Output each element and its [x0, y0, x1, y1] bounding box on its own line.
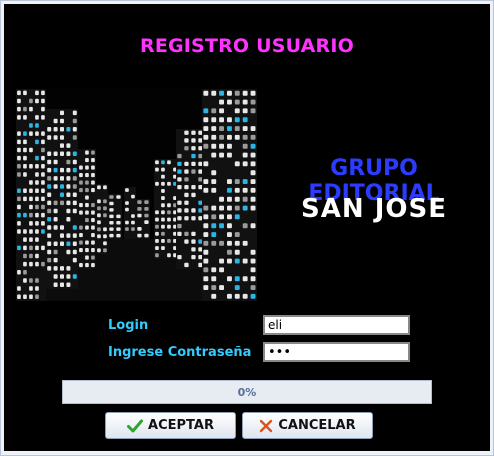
progress-text: 0%	[237, 386, 257, 399]
accept-button[interactable]: ACEPTAR	[105, 412, 236, 439]
password-input[interactable]: •••	[263, 342, 410, 362]
login-label: Login	[108, 318, 149, 333]
cross-icon	[259, 419, 273, 433]
city-buildings-illustration	[16, 89, 257, 301]
brand-name-line2: SAN JOSE	[301, 194, 447, 224]
form-title: REGISTRO USUARIO	[139, 35, 355, 57]
cancel-button[interactable]: CANCELAR	[242, 412, 373, 439]
cancel-label: CANCELAR	[278, 418, 356, 433]
login-panel: REGISTRO USUARIO GRUPO EDITORIAL SAN JOS…	[4, 4, 490, 451]
password-label: Ingrese Contraseña	[108, 345, 252, 360]
progress-bar: 0%	[62, 380, 432, 404]
accept-label: ACEPTAR	[148, 418, 214, 433]
login-input[interactable]	[263, 315, 410, 335]
login-window: REGISTRO USUARIO GRUPO EDITORIAL SAN JOS…	[0, 0, 494, 456]
city-buildings-image	[16, 89, 257, 301]
checkmark-icon	[127, 419, 144, 433]
